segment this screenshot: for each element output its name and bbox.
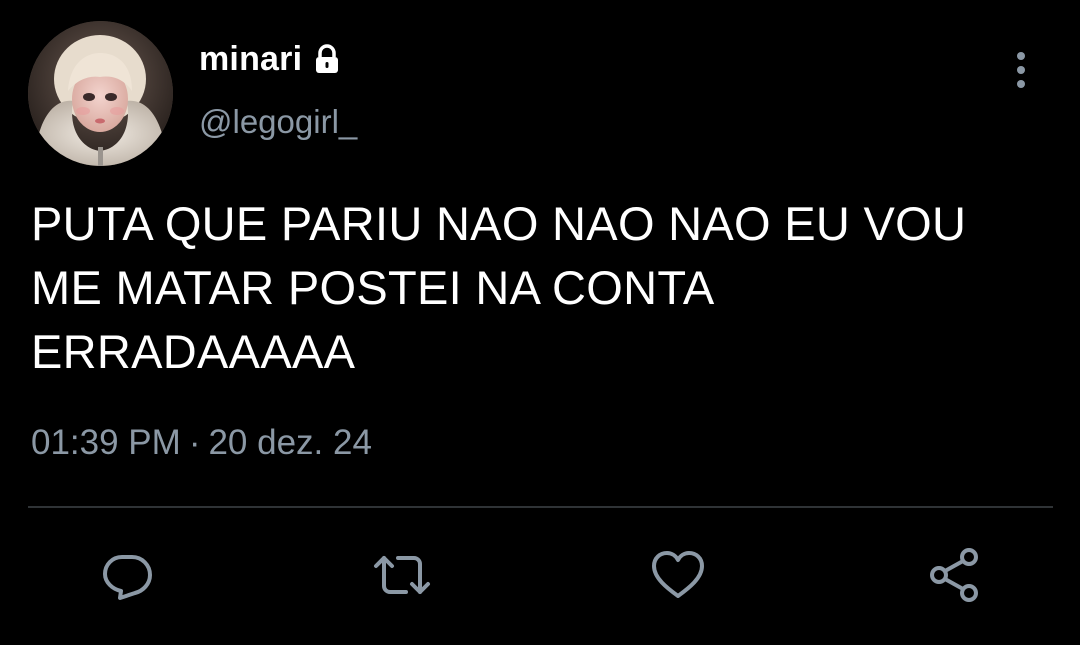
- more-dot: [1017, 66, 1025, 74]
- display-name[interactable]: minari: [199, 40, 302, 79]
- avatar-image: [28, 21, 173, 166]
- share-icon: [930, 548, 978, 602]
- reply-button[interactable]: [92, 540, 162, 610]
- share-button[interactable]: [919, 540, 989, 610]
- more-dot: [1017, 52, 1025, 60]
- tweet-text-line: PUTA QUE PARIU NAO NAO NAO EU VOU: [31, 197, 967, 250]
- avatar[interactable]: [28, 21, 173, 166]
- tweet-text-line: ME MATAR POSTEI NA CONTA: [31, 261, 715, 314]
- tweet-card: minari @legogirl_ PUTA QUE PARIU NAO NAO…: [0, 0, 1080, 645]
- tweet-timestamp[interactable]: 01:39 PM · 20 dez. 24: [31, 423, 372, 463]
- more-dot: [1017, 80, 1025, 88]
- heart-icon: [652, 551, 704, 598]
- reply-icon: [103, 555, 152, 600]
- retweet-icon: [374, 556, 430, 594]
- like-button[interactable]: [643, 540, 713, 610]
- retweet-button[interactable]: [367, 540, 437, 610]
- more-vertical-icon[interactable]: [1005, 50, 1037, 90]
- meta-separator: ·: [188, 423, 201, 462]
- divider: [28, 506, 1053, 508]
- user-handle[interactable]: @legogirl_: [199, 103, 357, 141]
- tweet-date: 20 dez. 24: [208, 423, 372, 462]
- author-name-row: minari: [199, 36, 340, 82]
- tweet-text-line: ERRADAAAAA: [31, 325, 356, 378]
- tweet-text: PUTA QUE PARIU NAO NAO NAO EU VOU ME MAT…: [31, 192, 1061, 384]
- action-bar: [0, 540, 1080, 610]
- lock-icon: [314, 44, 340, 74]
- tweet-time: 01:39 PM: [31, 423, 181, 462]
